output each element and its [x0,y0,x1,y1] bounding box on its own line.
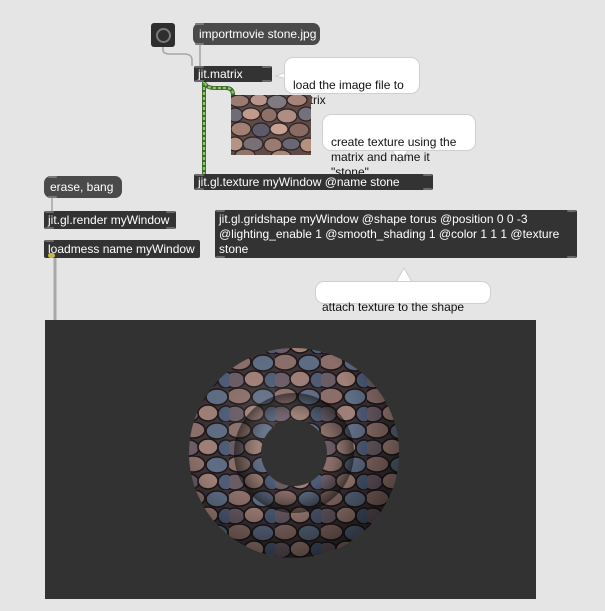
torus-render [45,320,536,599]
jit-gl-gridshape-object[interactable]: jit.gl.gridshape myWindow @shape torus @… [215,210,577,258]
gridshape-line-1: jit.gl.gridshape myWindow @shape torus @… [219,212,528,226]
bang-button-icon [156,28,171,43]
importmovie-label: importmovie stone.jpg [199,27,317,41]
jit-matrix-object[interactable]: jit.matrix [194,66,272,82]
jit-gl-render-label: jit.gl.render myWindow [48,213,170,227]
loadmess-object[interactable]: loadmess name myWindow [44,240,200,258]
stone-texture-thumbnail [231,95,311,155]
comment-attach-texture: attach texture to the shape [315,281,491,314]
gridshape-line-3: stone [219,242,249,256]
jit-matrix-label: jit.matrix [198,67,243,81]
importmovie-message[interactable]: importmovie stone.jpg [193,23,320,45]
jit-gl-render-object[interactable]: jit.gl.render myWindow [44,211,176,229]
jit-gl-texture-object[interactable]: jit.gl.texture myWindow @name stone [194,174,433,190]
bang-button[interactable] [151,23,175,47]
gridshape-line-2: @lighting_enable 1 @smooth_shading 1 @co… [219,227,560,241]
erase-bang-label: erase, bang [50,180,114,194]
loadmess-label: loadmess name myWindow [48,242,195,256]
patch-cord-bang [162,44,193,66]
jit-gl-texture-label: jit.gl.texture myWindow @name stone [198,175,400,189]
stone-texture-icon [231,95,311,155]
bubble-pointer-attach [395,266,413,283]
comment-attach-texture-text: attach texture to the shape [322,300,465,314]
erase-bang-message[interactable]: erase, bang [44,176,122,198]
comment-create-texture: create texture using the matrix and name… [322,114,476,179]
max-patcher-canvas: importmovie stone.jpg jit.matrix load th… [0,0,605,611]
comment-load-image: load the image file to matrix [284,57,420,107]
jit-render-window[interactable] [45,320,536,599]
